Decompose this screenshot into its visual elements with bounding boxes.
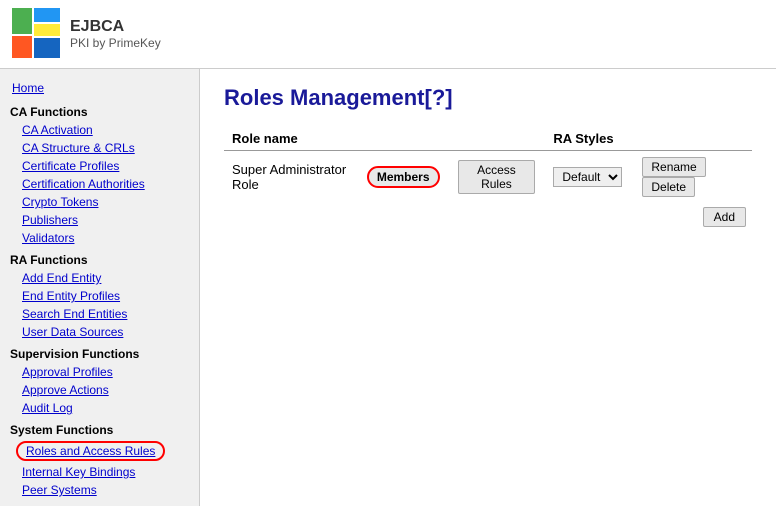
col-role-name: Role name: [224, 127, 359, 151]
ra-styles-select[interactable]: Default: [553, 167, 622, 187]
sidebar-section-ca: CA Functions: [0, 99, 199, 121]
main-content: Roles Management[?] Role name RA Styles …: [200, 69, 776, 506]
sidebar-item-roles-and-access-rules[interactable]: Roles and Access Rules: [16, 441, 165, 461]
sidebar-item-crypto-tokens[interactable]: Crypto Tokens: [0, 193, 199, 211]
sidebar-item-roles-wrapper: Roles and Access Rules: [0, 439, 199, 463]
sidebar-item-publishers[interactable]: Publishers: [0, 211, 199, 229]
sidebar-section-supervision: Supervision Functions: [0, 341, 199, 363]
sidebar-item-internal-key-bindings[interactable]: Internal Key Bindings: [0, 463, 199, 481]
table-row: Super Administrator Role Members Access …: [224, 151, 752, 204]
sidebar-item-ca-activation[interactable]: CA Activation: [0, 121, 199, 139]
ra-styles-cell: Default: [545, 151, 634, 204]
add-cell: Add: [224, 203, 752, 233]
sidebar-item-approval-profiles[interactable]: Approval Profiles: [0, 363, 199, 381]
sidebar-item-certification-authorities[interactable]: Certification Authorities: [0, 175, 199, 193]
rename-button[interactable]: Rename: [642, 157, 705, 177]
sidebar-item-end-entity-profiles[interactable]: End Entity Profiles: [0, 287, 199, 305]
col-ra-styles: RA Styles: [545, 127, 634, 151]
ejbca-logo-icon: [12, 8, 60, 60]
members-cell: Members: [359, 151, 450, 204]
col-actions: [634, 127, 752, 151]
role-name-cell: Super Administrator Role: [224, 151, 359, 204]
roles-table: Role name RA Styles Super Administrator …: [224, 127, 752, 233]
add-row: Add: [224, 203, 752, 233]
col-empty: [359, 127, 450, 151]
logo-text: EJBCA PKI by PrimeKey: [70, 18, 161, 50]
sidebar: Home CA Functions CA Activation CA Struc…: [0, 69, 200, 506]
delete-button[interactable]: Delete: [642, 177, 695, 197]
sidebar-section-system: System Functions: [0, 417, 199, 439]
access-rules-button[interactable]: Access Rules: [458, 160, 536, 194]
sidebar-item-peer-systems[interactable]: Peer Systems: [0, 481, 199, 499]
header: EJBCA PKI by PrimeKey: [0, 0, 776, 69]
sidebar-item-validators[interactable]: Validators: [0, 229, 199, 247]
page-title: Roles Management[?]: [224, 85, 752, 111]
sidebar-item-user-data-sources[interactable]: User Data Sources: [0, 323, 199, 341]
app-subtitle: PKI by PrimeKey: [70, 36, 161, 50]
members-button[interactable]: Members: [367, 166, 440, 188]
sidebar-section-ra: RA Functions: [0, 247, 199, 269]
sidebar-item-approve-actions[interactable]: Approve Actions: [0, 381, 199, 399]
access-rules-cell: Access Rules: [450, 151, 546, 204]
app-title: EJBCA: [70, 18, 161, 36]
sidebar-item-audit-log[interactable]: Audit Log: [0, 399, 199, 417]
main-layout: Home CA Functions CA Activation CA Struc…: [0, 69, 776, 506]
sidebar-item-ca-structure-crls[interactable]: CA Structure & CRLs: [0, 139, 199, 157]
col-empty2: [450, 127, 546, 151]
sidebar-home[interactable]: Home: [0, 77, 199, 99]
sidebar-item-certificate-profiles[interactable]: Certificate Profiles: [0, 157, 199, 175]
action-buttons-cell: Rename Delete: [634, 151, 752, 204]
sidebar-item-add-end-entity[interactable]: Add End Entity: [0, 269, 199, 287]
sidebar-item-search-end-entities[interactable]: Search End Entities: [0, 305, 199, 323]
add-button[interactable]: Add: [703, 207, 746, 227]
